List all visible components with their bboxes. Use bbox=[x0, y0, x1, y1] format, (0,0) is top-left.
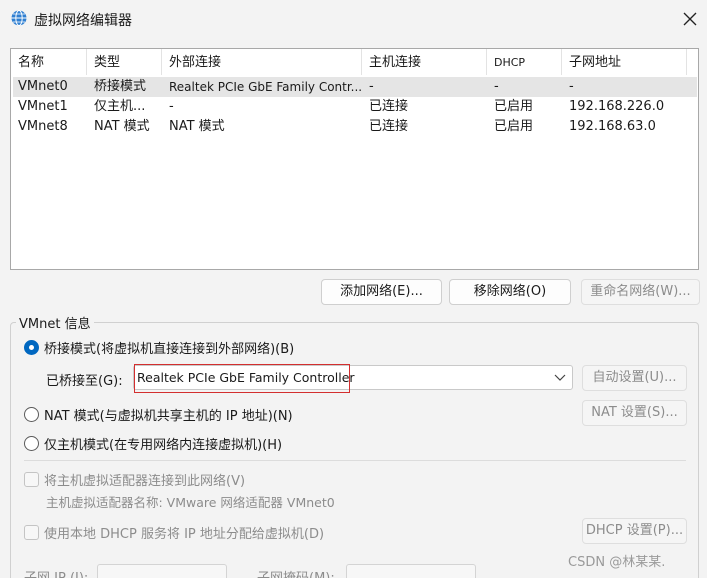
column-header-type[interactable]: 类型 bbox=[87, 49, 162, 75]
dhcp-label: 使用本地 DHCP 服务将 IP 地址分配给虚拟机(D) bbox=[44, 527, 325, 542]
cell-name: VMnet1 bbox=[18, 99, 68, 114]
cell-external: Realtek PCIe GbE Family Contr... bbox=[169, 80, 363, 94]
subnet-mask-label: 子网掩码(M): bbox=[257, 567, 335, 578]
subnet-mask-input[interactable] bbox=[346, 564, 476, 578]
nat-mode-label: NAT 模式(与虚拟机共享主机的 IP 地址)(N) bbox=[44, 409, 293, 424]
column-header-external[interactable]: 外部连接 bbox=[162, 49, 362, 75]
table-row[interactable]: VMnet0 桥接模式 Realtek PCIe GbE Family Cont… bbox=[13, 77, 697, 97]
bridged-mode-label: 桥接模式(将虚拟机直接连接到外部网络)(B) bbox=[44, 342, 295, 357]
cell-subnet: 192.168.63.0 bbox=[569, 119, 656, 134]
checkbox-icon bbox=[24, 525, 39, 540]
bridged-to-label: 已桥接至(G): bbox=[46, 374, 123, 389]
column-header-host[interactable]: 主机连接 bbox=[362, 49, 487, 75]
subnet-ip-label: 子网 IP (I): bbox=[24, 567, 88, 578]
vmnet-info-title: VMnet 信息 bbox=[16, 313, 94, 332]
host-only-radio[interactable]: 仅主机模式(在专用网络内连接虚拟机)(H) bbox=[24, 434, 282, 453]
cell-dhcp: 已启用 bbox=[494, 99, 534, 114]
cell-external: - bbox=[169, 99, 174, 114]
cell-dhcp: - bbox=[494, 79, 499, 94]
remove-network-button[interactable]: 移除网络(O) bbox=[449, 279, 571, 305]
watermark: CSDN @林某某. bbox=[568, 555, 666, 570]
cell-subnet: - bbox=[569, 79, 574, 94]
column-header-name[interactable]: 名称 bbox=[11, 49, 87, 75]
cell-dhcp: 已启用 bbox=[494, 119, 534, 134]
close-icon[interactable] bbox=[679, 8, 701, 30]
rename-network-button[interactable]: 重命名网络(W)... bbox=[581, 279, 700, 305]
cell-type: 桥接模式 bbox=[94, 79, 147, 94]
adapter-name-text: 主机虚拟适配器名称: VMware 网络适配器 VMnet0 bbox=[46, 495, 335, 510]
dhcp-checkbox[interactable]: 使用本地 DHCP 服务将 IP 地址分配给虚拟机(D) bbox=[24, 523, 324, 542]
subnet-ip-input[interactable] bbox=[97, 564, 227, 578]
cell-subnet: 192.168.226.0 bbox=[569, 99, 665, 114]
bridged-mode-radio[interactable]: 桥接模式(将虚拟机直接连接到外部网络)(B) bbox=[24, 338, 294, 357]
table-row[interactable]: VMnet1 仅主机... - 已连接 已启用 192.168.226.0 bbox=[13, 97, 697, 117]
cell-host: 已连接 bbox=[369, 119, 409, 134]
cell-name: VMnet0 bbox=[18, 79, 68, 94]
highlight-box bbox=[134, 364, 350, 393]
connect-adapter-checkbox[interactable]: 将主机虚拟适配器连接到此网络(V) bbox=[24, 470, 245, 489]
title-bar: 虚拟网络编辑器 bbox=[0, 0, 707, 38]
cell-name: VMnet8 bbox=[18, 119, 68, 134]
table-row[interactable]: VMnet8 NAT 模式 NAT 模式 已连接 已启用 192.168.63.… bbox=[13, 117, 697, 137]
auto-settings-button[interactable]: 自动设置(U)... bbox=[582, 365, 687, 391]
chevron-down-icon bbox=[554, 374, 566, 381]
divider bbox=[24, 460, 686, 461]
cell-type: NAT 模式 bbox=[94, 119, 150, 134]
nat-mode-radio[interactable]: NAT 模式(与虚拟机共享主机的 IP 地址)(N) bbox=[24, 405, 293, 424]
radio-unselected-icon bbox=[24, 407, 39, 422]
radio-selected-icon bbox=[24, 340, 39, 355]
cell-type: 仅主机... bbox=[94, 99, 146, 114]
column-header-subnet[interactable]: 子网地址 bbox=[562, 49, 687, 75]
checkbox-icon bbox=[24, 472, 39, 487]
host-only-label: 仅主机模式(在专用网络内连接虚拟机)(H) bbox=[44, 438, 283, 453]
dhcp-settings-button[interactable]: DHCP 设置(P)... bbox=[582, 518, 687, 544]
globe-network-icon bbox=[11, 10, 27, 26]
cell-host: - bbox=[369, 79, 374, 94]
connect-adapter-label: 将主机虚拟适配器连接到此网络(V) bbox=[44, 474, 246, 489]
window-title: 虚拟网络编辑器 bbox=[34, 13, 132, 29]
cell-host: 已连接 bbox=[369, 99, 409, 114]
add-network-button[interactable]: 添加网络(E)... bbox=[321, 279, 442, 305]
list-header: 名称 类型 外部连接 主机连接 DHCP 子网地址 bbox=[11, 49, 698, 75]
radio-unselected-icon bbox=[24, 436, 39, 451]
column-header-dhcp[interactable]: DHCP bbox=[487, 49, 562, 75]
nat-settings-button[interactable]: NAT 设置(S)... bbox=[582, 400, 687, 426]
cell-external: NAT 模式 bbox=[169, 119, 225, 134]
network-list[interactable]: 名称 类型 外部连接 主机连接 DHCP 子网地址 VMnet0 桥接模式 Re… bbox=[10, 48, 699, 270]
